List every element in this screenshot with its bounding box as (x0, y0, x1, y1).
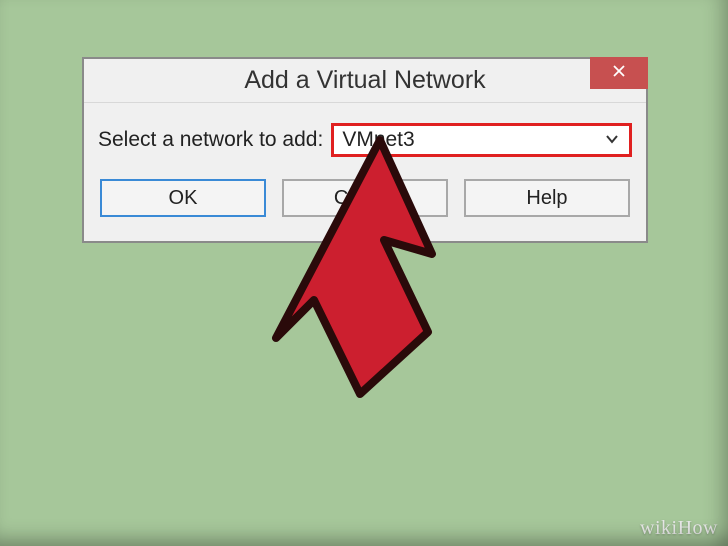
add-virtual-network-dialog: Add a Virtual Network Select a network t… (82, 57, 648, 243)
chevron-down-icon (605, 131, 619, 149)
watermark: wikiHow (640, 517, 718, 540)
dialog-content: Select a network to add: VMnet3 OK Cance… (84, 103, 646, 229)
select-row: Select a network to add: VMnet3 (98, 123, 632, 157)
help-button[interactable]: Help (464, 179, 630, 217)
titlebar: Add a Virtual Network (84, 59, 646, 103)
ok-button-label: OK (169, 187, 198, 210)
dialog-title: Add a Virtual Network (244, 66, 485, 95)
dropdown-value: VMnet3 (342, 128, 414, 152)
ok-button[interactable]: OK (100, 179, 266, 217)
close-button[interactable] (590, 57, 648, 89)
help-button-label: Help (526, 187, 567, 210)
select-label: Select a network to add: (98, 128, 323, 152)
cancel-button-label: Cancel (334, 187, 396, 210)
button-row: OK Cancel Help (98, 179, 632, 217)
cancel-button[interactable]: Cancel (282, 179, 448, 217)
close-icon (612, 64, 626, 83)
network-dropdown[interactable]: VMnet3 (331, 123, 632, 157)
